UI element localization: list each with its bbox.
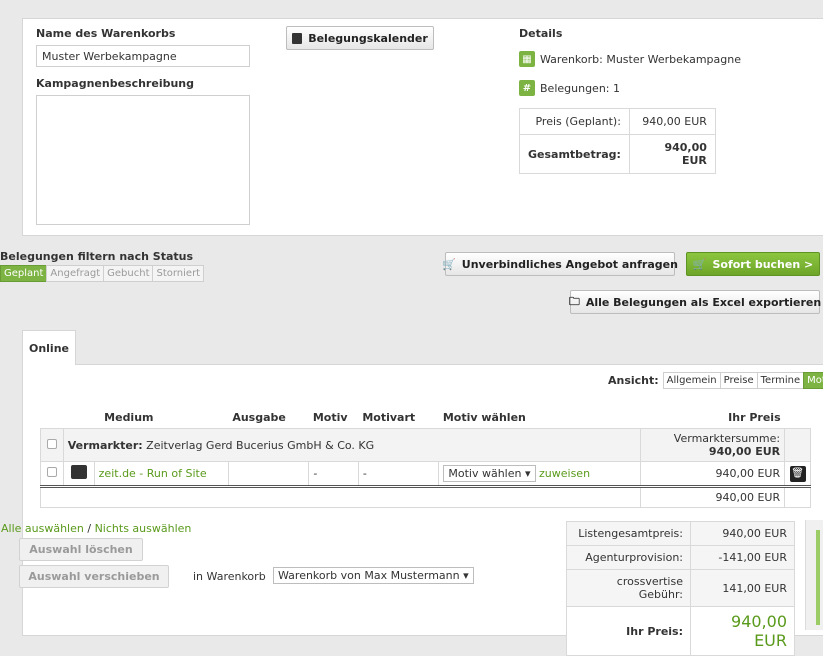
details-bookings-row: # Belegungen: 1 [519,80,620,96]
calendar-button-label: Belegungskalender [308,31,428,45]
assign-link[interactable]: zuweisen [539,467,590,480]
cart-icon: 🛒 [442,257,456,271]
cell-motivart: - [357,461,440,487]
details-basket-text: Warenkorb: Muster Werbekampagne [540,52,741,66]
header-medium: Medium [104,411,154,424]
filter-storniert[interactable]: Storniert [152,265,205,282]
basket-name-input[interactable]: Muster Werbekampagne [36,45,250,67]
subtotal-value: 940,00 EUR [639,485,786,508]
table-header-row: Medium Ausgabe Motiv Motivart Motiv wähl… [41,407,811,429]
select-all-link[interactable]: Alle auswählen [1,522,84,535]
delete-selection-button[interactable]: Auswahl löschen [19,538,143,561]
filter-angefragt[interactable]: Angefragt [46,265,105,282]
offer-button[interactable]: 🛒 Unverbindliches Angebot anfragen [442,252,678,276]
vendor-name: Zeitverlag Gerd Bucerius GmbH & Co. KG [146,438,375,452]
view-motive[interactable]: Motive [803,372,823,389]
offer-button-label: Unverbindliches Angebot anfragen [461,257,678,271]
view-label: Ansicht: [608,374,659,387]
total-value: 940,00 EUR [628,134,716,174]
view-allgemein[interactable]: Allgemein [662,372,721,389]
header-ausgabe: Ausgabe [232,411,286,424]
tab-online[interactable]: Online [22,330,76,365]
planned-price-value: 940,00 EUR [628,108,716,135]
basket-name-label: Name des Warenkorbs [36,27,176,40]
select-links: Alle auswählen / Nichts auswählen [1,522,191,535]
description-textarea[interactable] [36,95,250,225]
details-basket-row: ▦ Warenkorb: Muster Werbekampagne [519,51,741,67]
row-checkbox[interactable] [46,467,57,477]
book-now-button[interactable]: 🛒 Sofort buchen > [686,252,820,276]
filter-gebucht[interactable]: Gebucht [103,265,154,282]
select-separator: / [87,522,92,535]
your-price-value: 940,00 EUR [690,606,795,656]
hash-icon: # [519,80,535,96]
agency-value: -141,00 EUR [690,545,795,570]
vendor-sum-value: 940,00 EUR [708,445,781,458]
fee-value: 141,00 EUR [690,569,795,607]
header-motiv-waehlen: Motiv wählen [442,411,526,424]
cell-motiv: - [308,461,359,487]
in-basket-label: in Warenkorb [193,570,266,583]
basket-panel: Name des Warenkorbs Muster Werbekampagne… [22,18,823,236]
motiv-select[interactable]: Motiv wählen ▾ [443,465,536,482]
motiv-select-value: Motiv wählen [448,467,522,480]
cart-icon: 🛒 [692,257,707,271]
list-total-label: Listengesamtpreis: [566,521,691,546]
filter-label: Belegungen filtern nach Status [0,250,194,263]
basket-select-value: Warenkorb von Max Mustermann [278,569,460,582]
cell-price: 940,00 EUR [639,461,786,487]
display-ad-icon [70,465,87,479]
details-price-table: Preis (Geplant): 940,00 EUR Gesamtbetrag… [519,108,716,174]
view-preise[interactable]: Preise [719,372,758,389]
view-termine[interactable]: Termine [756,372,805,389]
medium-link[interactable]: zeit.de - Run of Site [93,461,229,487]
move-selection-button[interactable]: Auswahl verschieben [19,565,169,588]
details-bookings-text: Belegungen: 1 [540,81,620,95]
vendor-label: Vermarkter: [67,438,143,452]
basket-select[interactable]: Warenkorb von Max Mustermann ▾ [273,567,474,584]
filter-geplant[interactable]: Geplant [0,265,48,282]
excel-export-label: Alle Belegungen als Excel exportieren [585,295,822,309]
accent-bar [816,530,820,625]
planned-price-label: Preis (Geplant): [519,108,630,135]
vendor-row: Vermarkter: Zeitverlag Gerd Bucerius Gmb… [40,428,811,462]
header-motivart: Motivart [362,411,416,424]
basket-grid-icon: ▦ [519,51,535,67]
subtotal-row: 940,00 EUR [40,485,811,508]
bookings-table: Medium Ausgabe Motiv Motivart Motiv wähl… [40,407,811,508]
trash-icon[interactable]: 🗑 [789,465,806,482]
table-row: zeit.de - Run of Site - - Motiv wählen ▾… [40,461,811,487]
header-motiv: Motiv [312,411,348,424]
list-total-value: 940,00 EUR [690,521,795,546]
agency-label: Agenturprovision: [566,545,691,570]
select-none-link[interactable]: Nichts auswählen [95,522,192,535]
details-title: Details [519,27,563,40]
your-price-label: Ihr Preis: [566,606,691,656]
total-label: Gesamtbetrag: [519,134,630,174]
calendar-button[interactable]: Belegungskalender [286,26,434,50]
cell-ausgabe [227,461,310,487]
status-filter: Geplant Angefragt Gebucht Storniert [0,265,205,282]
calendar-icon [292,32,303,44]
bookings-panel: Ansicht: Allgemein Preise Termine Motive… [1,364,823,656]
header-ihr-preis: Ihr Preis [728,411,781,424]
price-summary: Listengesamtpreis: 940,00 EUR Agenturpro… [566,521,795,656]
fee-label: crossvertise Gebühr: [566,569,691,607]
excel-export-button[interactable]: 🗀 Alle Belegungen als Excel exportieren [568,290,822,314]
folder-icon: 🗀 [568,294,580,308]
vendor-sum-label: Vermarktersumme: [673,432,781,445]
vendor-checkbox[interactable] [46,438,57,449]
right-edge-strip [805,520,823,630]
description-label: Kampagnenbeschreibung [36,77,195,90]
view-switch: Ansicht: Allgemein Preise Termine Motive [608,372,823,389]
book-now-label: Sofort buchen > [712,257,814,271]
